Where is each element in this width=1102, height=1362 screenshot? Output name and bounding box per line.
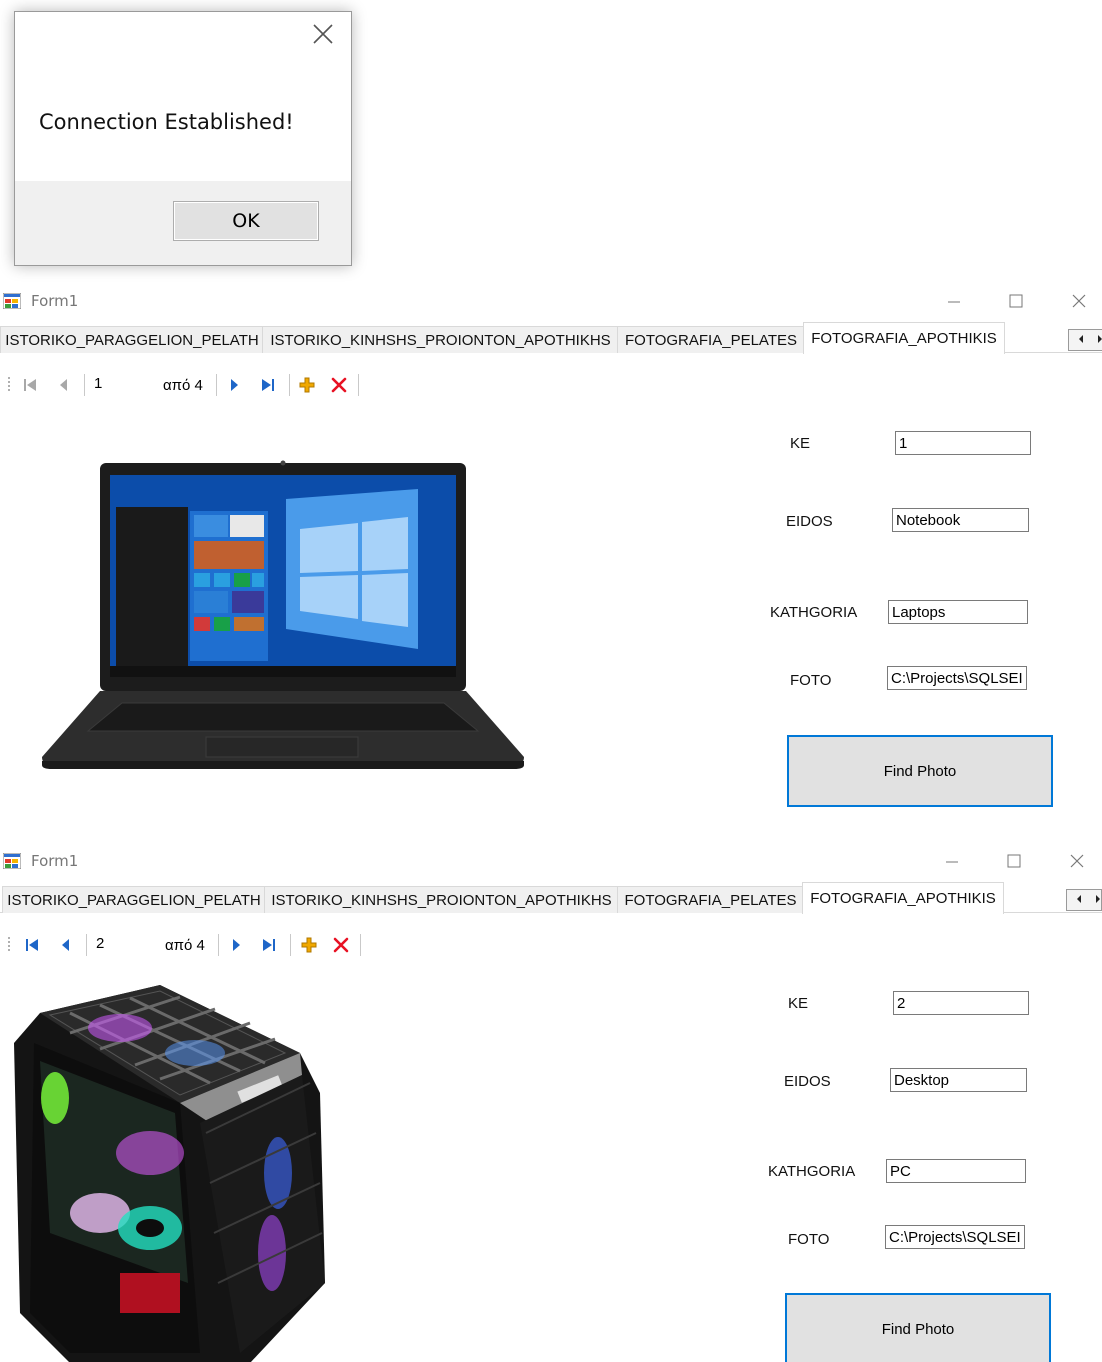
- window-title: Form1: [31, 292, 79, 310]
- kathgoria-input[interactable]: PC: [886, 1159, 1026, 1183]
- eidos-label: EIDOS: [786, 513, 833, 530]
- close-icon[interactable]: [1064, 849, 1090, 873]
- move-next-icon[interactable]: [227, 936, 245, 954]
- move-last-icon[interactable]: [259, 376, 277, 394]
- ok-button[interactable]: OK: [173, 201, 319, 241]
- window-title: Form1: [31, 852, 79, 870]
- move-next-icon[interactable]: [225, 376, 243, 394]
- tab-istoriko-kinhshs-proionton-apothikhs[interactable]: ISTORIKO_KINHSHS_PROIONTON_APOTHIKHS: [262, 326, 619, 353]
- title-bar: Form1: [0, 843, 1102, 879]
- desktop-pc-photo: [14, 985, 325, 1362]
- chevron-right-icon[interactable]: [1096, 895, 1100, 903]
- message-text: Connection Established!: [39, 110, 294, 134]
- add-new-icon[interactable]: [298, 376, 316, 394]
- foto-input[interactable]: C:\Projects\SQLSEI: [887, 666, 1027, 690]
- close-icon[interactable]: [1066, 289, 1092, 313]
- minimize-icon[interactable]: [939, 849, 965, 873]
- tab-scroll-buttons[interactable]: [1066, 889, 1102, 911]
- maximize-icon[interactable]: [1001, 849, 1027, 873]
- find-photo-button[interactable]: Find Photo: [785, 1293, 1051, 1362]
- delete-icon[interactable]: [330, 376, 348, 394]
- move-last-icon[interactable]: [260, 936, 278, 954]
- add-new-icon[interactable]: [300, 936, 318, 954]
- tab-fotografia-pelates[interactable]: FOTOGRAFIA_PELATES: [617, 326, 805, 353]
- tab-fotografia-pelates[interactable]: FOTOGRAFIA_PELATES: [617, 886, 804, 913]
- chevron-left-icon[interactable]: [1079, 335, 1083, 343]
- ke-label: KE: [790, 435, 811, 452]
- move-previous-icon[interactable]: [57, 936, 75, 954]
- foto-input[interactable]: C:\Projects\SQLSEI: [885, 1225, 1025, 1249]
- foto-label: FOTO: [790, 672, 832, 689]
- tab-istoriko-paraggelion-pelath[interactable]: ISTORIKO_PARAGGELION_PELATH: [0, 326, 264, 353]
- tab-istoriko-kinhshs-proionton-apothikhs[interactable]: ISTORIKO_KINHSHS_PROIONTON_APOTHIKHS: [264, 886, 619, 913]
- delete-icon[interactable]: [332, 936, 350, 954]
- toolbar-grip[interactable]: [8, 377, 10, 393]
- find-photo-button[interactable]: Find Photo: [787, 735, 1053, 807]
- move-first-icon[interactable]: [21, 376, 39, 394]
- position-input[interactable]: 1: [91, 372, 158, 396]
- foto-label: FOTO: [788, 1231, 830, 1248]
- tab-strip: ISTORIKO_PARAGGELION_PELATH ISTORIKO_KIN…: [0, 321, 1102, 354]
- close-icon[interactable]: [311, 22, 335, 46]
- tab-fotografia-apothikis[interactable]: FOTOGRAFIA_APOTHIKIS: [803, 322, 1005, 354]
- move-previous-icon[interactable]: [55, 376, 73, 394]
- record-count: από 4: [165, 937, 205, 954]
- tab-strip: ISTORIKO_PARAGGELION_PELATH ISTORIKO_KIN…: [0, 881, 1102, 914]
- minimize-icon[interactable]: [941, 289, 967, 313]
- kathgoria-label: KATHGORIA: [768, 1163, 856, 1180]
- tab-fotografia-apothikis[interactable]: FOTOGRAFIA_APOTHIKIS: [802, 882, 1004, 914]
- toolbar-grip[interactable]: [8, 937, 10, 953]
- message-box-footer: OK: [15, 181, 351, 265]
- app-icon: [3, 293, 21, 309]
- title-bar: Form1: [0, 283, 1102, 319]
- tab-istoriko-paraggelion-pelath[interactable]: ISTORIKO_PARAGGELION_PELATH: [2, 886, 266, 913]
- message-box: Connection Established! OK: [14, 11, 352, 266]
- maximize-icon[interactable]: [1003, 289, 1029, 313]
- position-input[interactable]: 2: [93, 932, 160, 956]
- binding-navigator: 1 από 4: [3, 367, 360, 401]
- form-window-1: Form1 ISTORIKO_PARAGGELION_PELATH ISTORI…: [0, 283, 1102, 839]
- kathgoria-label: KATHGORIA: [770, 604, 858, 621]
- eidos-label: EIDOS: [784, 1073, 831, 1090]
- app-icon: [3, 853, 21, 869]
- ke-input[interactable]: 1: [895, 431, 1031, 455]
- binding-navigator: 2 από 4: [3, 927, 361, 961]
- move-first-icon[interactable]: [23, 936, 41, 954]
- ke-label: KE: [788, 995, 809, 1012]
- ke-input[interactable]: 2: [893, 991, 1029, 1015]
- chevron-left-icon[interactable]: [1077, 895, 1081, 903]
- form-window-2: Form1 ISTORIKO_PARAGGELION_PELATH ISTORI…: [0, 843, 1102, 1362]
- laptop-photo: [42, 460, 524, 769]
- record-count: από 4: [163, 377, 203, 394]
- kathgoria-input[interactable]: Laptops: [888, 600, 1028, 624]
- tab-scroll-buttons[interactable]: [1068, 329, 1102, 351]
- chevron-right-icon[interactable]: [1098, 335, 1102, 343]
- eidos-input[interactable]: Desktop: [890, 1068, 1027, 1092]
- eidos-input[interactable]: Notebook: [892, 508, 1029, 532]
